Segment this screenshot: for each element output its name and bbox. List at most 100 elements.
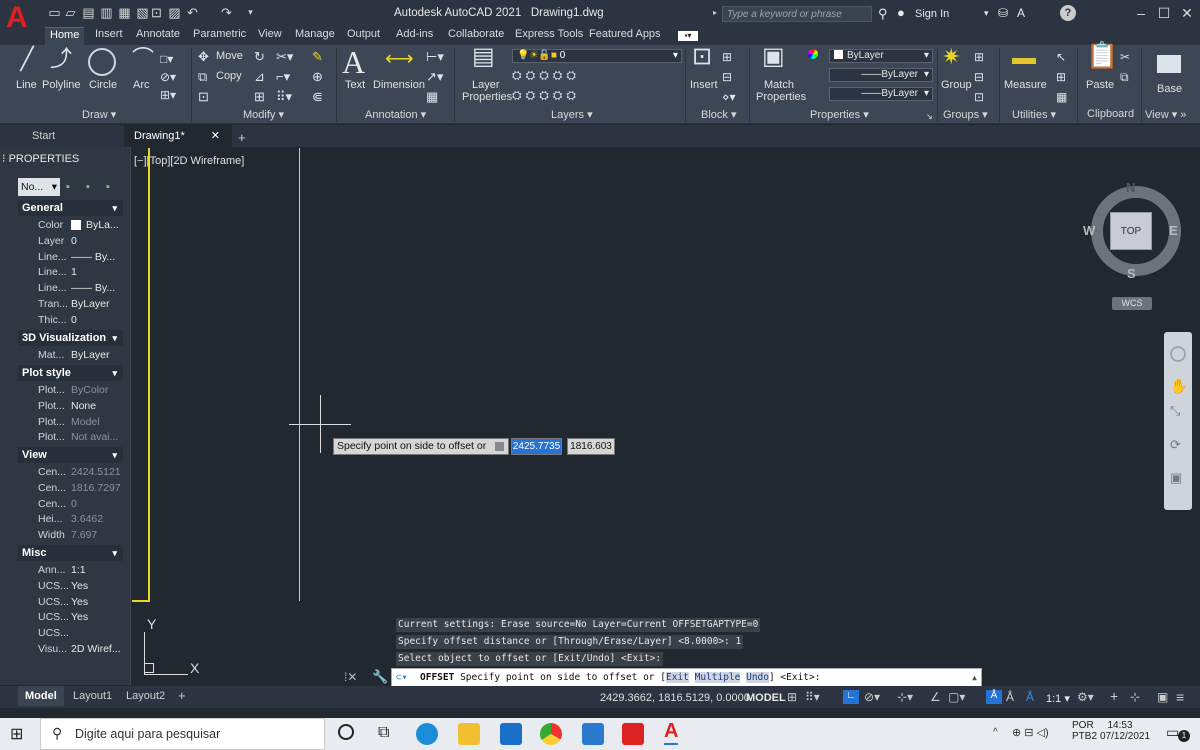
selection-dropdown[interactable]: No... ▾ bbox=[18, 178, 60, 196]
web-mobile-icon[interactable]: ▦ bbox=[118, 6, 131, 19]
dimension-icon[interactable]: ⟷ bbox=[385, 49, 414, 69]
workspace-gear-icon[interactable]: ⚙▾ bbox=[1077, 690, 1094, 704]
panel-title-modify[interactable]: Modify ▾ bbox=[243, 108, 284, 121]
photos-icon[interactable] bbox=[582, 723, 604, 745]
autocad-taskbar-icon[interactable]: A bbox=[664, 720, 679, 745]
measure-icon[interactable] bbox=[1012, 58, 1036, 64]
arc-icon[interactable]: ⌒ bbox=[130, 48, 156, 76]
orbit-icon[interactable]: ⟳ bbox=[1170, 437, 1181, 453]
group-select-icon[interactable]: ⊡ bbox=[974, 88, 984, 106]
annotation-visibility-icon[interactable]: Å bbox=[986, 690, 1002, 704]
search-input[interactable]: Type a keyword or phrase bbox=[722, 6, 872, 22]
property-value[interactable]: ByLayer bbox=[71, 347, 110, 363]
move-button[interactable]: Move bbox=[216, 50, 243, 62]
tab-parametric[interactable]: Parametric bbox=[188, 27, 251, 45]
arc-button[interactable]: Arc bbox=[133, 79, 150, 91]
panel-title-groups[interactable]: Groups ▾ bbox=[943, 108, 988, 121]
tab-output[interactable]: Output bbox=[342, 27, 385, 45]
minimize-icon[interactable]: – bbox=[1132, 4, 1150, 22]
coordinates-readout[interactable]: 2429.3662, 1816.5129, 0.0000 bbox=[600, 692, 750, 704]
offset-icon[interactable]: ⋐ bbox=[312, 88, 323, 106]
rectangle-icon[interactable]: □▾ bbox=[160, 50, 173, 68]
snap-icon[interactable]: ⠿▾ bbox=[805, 690, 820, 704]
property-row[interactable]: Plot... Model bbox=[18, 414, 123, 430]
property-value[interactable]: ByColor bbox=[71, 382, 108, 398]
property-value[interactable]: Yes bbox=[71, 578, 88, 594]
redo-icon[interactable]: ↷ bbox=[220, 6, 233, 19]
panel-title-draw[interactable]: Draw ▾ bbox=[82, 108, 116, 121]
text-button[interactable]: Text bbox=[345, 79, 365, 91]
circle-button[interactable]: Circle bbox=[89, 79, 117, 91]
paste-button[interactable]: Paste bbox=[1086, 79, 1114, 91]
property-row[interactable]: Color ByLa... bbox=[18, 217, 123, 233]
property-value[interactable]: 0 bbox=[71, 496, 77, 512]
save-icon[interactable]: ▤ bbox=[82, 6, 95, 19]
section-misc[interactable]: Misc ▾ bbox=[18, 545, 123, 561]
search-expand-icon[interactable]: ▸ bbox=[713, 8, 717, 17]
fillet-icon[interactable]: ⌐▾ bbox=[276, 68, 290, 86]
property-row[interactable]: Mat... ByLayer bbox=[18, 347, 123, 363]
viewcube-west-label[interactable]: W bbox=[1083, 223, 1095, 238]
property-row[interactable]: Thic... 0 bbox=[18, 312, 123, 328]
drawn-line-left[interactable] bbox=[148, 148, 150, 601]
steering-wheel-icon[interactable] bbox=[1170, 346, 1186, 362]
property-row[interactable]: Plot... Not avai... bbox=[18, 429, 123, 445]
property-value[interactable]: Model bbox=[71, 414, 100, 430]
property-value[interactable]: —— By... bbox=[71, 249, 115, 265]
drawn-line-offset[interactable] bbox=[299, 148, 300, 601]
plot-icon[interactable]: ▨ bbox=[168, 6, 181, 19]
hatch-icon[interactable]: ⊘▾ bbox=[160, 68, 176, 86]
open-icon[interactable]: ▱ bbox=[64, 6, 77, 19]
zoom-extents-icon[interactable]: ⤡ bbox=[1170, 403, 1180, 419]
undo-icon[interactable]: ↶ bbox=[186, 6, 199, 19]
command-history-toggle-icon[interactable]: ▲ bbox=[972, 669, 977, 687]
taskbar-search-input[interactable]: Digite aqui para pesquisar bbox=[40, 718, 325, 750]
clean-screen-icon[interactable]: ▣ bbox=[1157, 690, 1168, 704]
grid-icon[interactable]: ⊞ bbox=[787, 690, 797, 704]
viewcube-top-face[interactable]: TOP bbox=[1110, 212, 1152, 250]
cut-icon[interactable]: ✂ bbox=[1120, 48, 1130, 66]
customization-menu-icon[interactable]: ≡ bbox=[1176, 689, 1184, 705]
property-value[interactable]: 3.6462 bbox=[71, 511, 103, 527]
property-row[interactable]: Width 7.697 bbox=[18, 527, 123, 543]
property-row[interactable]: Hei... 3.6462 bbox=[18, 511, 123, 527]
trim-icon[interactable]: ✂▾ bbox=[276, 48, 293, 66]
task-view-icon[interactable]: ⧉ bbox=[378, 724, 389, 742]
scale-icon[interactable]: ⊞ bbox=[254, 88, 265, 106]
select-icon[interactable]: ↖ bbox=[1056, 48, 1066, 66]
property-value[interactable]: 1:1 bbox=[71, 562, 86, 578]
leader-icon[interactable]: ↗▾ bbox=[426, 68, 443, 86]
windows-start-icon[interactable]: ⊞ bbox=[10, 724, 23, 744]
stay-connected-icon[interactable]: A bbox=[1017, 6, 1025, 20]
mail-icon[interactable] bbox=[500, 723, 522, 745]
object-snap-icon[interactable]: ▢▾ bbox=[948, 690, 965, 704]
pan-icon[interactable]: ✋ bbox=[1170, 378, 1187, 395]
notifications-icon[interactable]: ▭ bbox=[1166, 724, 1179, 741]
panel-title-utilities[interactable]: Utilities ▾ bbox=[1012, 108, 1056, 121]
chrome-icon[interactable] bbox=[540, 723, 562, 745]
property-value[interactable]: 0 bbox=[71, 233, 77, 249]
measure-button[interactable]: Measure bbox=[1004, 79, 1047, 91]
property-row[interactable]: Plot... None bbox=[18, 398, 123, 414]
property-row[interactable]: UCS... Yes bbox=[18, 594, 123, 610]
tab-home[interactable]: Home bbox=[45, 27, 85, 45]
recent-commands-icon[interactable]: ⊂▾ bbox=[396, 669, 407, 687]
search-icon[interactable]: ⚲ bbox=[878, 6, 888, 22]
quick-select-icon[interactable]: ⊞ bbox=[1056, 68, 1066, 86]
user-icon[interactable]: ● bbox=[897, 5, 905, 20]
line-button[interactable]: Line bbox=[16, 79, 37, 91]
customize-qat-icon[interactable]: ▾ bbox=[244, 6, 257, 19]
group-button[interactable]: Group bbox=[941, 79, 972, 91]
property-value[interactable]: 0 bbox=[71, 312, 77, 328]
signin-dropdown-icon[interactable]: ▾ bbox=[984, 8, 989, 19]
polar-icon[interactable]: ⊘▾ bbox=[864, 690, 880, 704]
layer-properties-button[interactable]: Layer bbox=[472, 79, 500, 91]
section-3d-visualization[interactable]: 3D Visualization ▾ bbox=[18, 330, 123, 346]
sketchup-icon[interactable] bbox=[622, 723, 644, 745]
auto-scale-icon[interactable]: Å bbox=[1006, 690, 1014, 704]
dynamic-input-x-field[interactable]: 2425.7735 bbox=[511, 438, 562, 455]
property-row[interactable]: Line... —— By... bbox=[18, 249, 123, 265]
isodraft-icon[interactable]: ⊹▾ bbox=[897, 690, 913, 704]
section-view[interactable]: View ▾ bbox=[18, 447, 123, 463]
move-icon[interactable]: ✥ bbox=[198, 48, 209, 66]
